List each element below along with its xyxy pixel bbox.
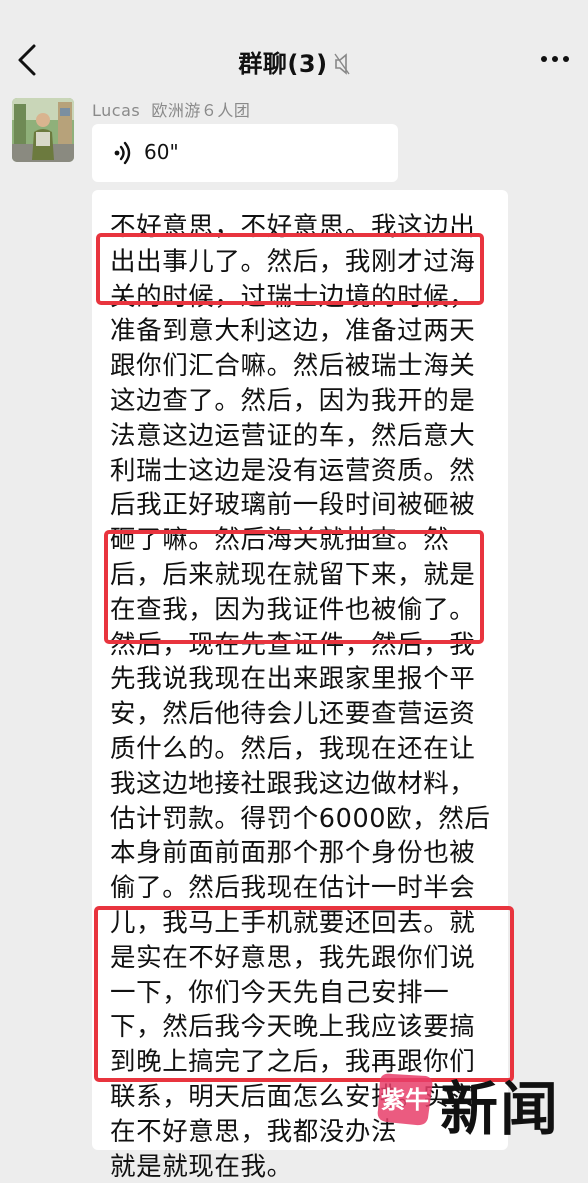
highlight-box-3 [94, 906, 514, 1082]
transcript-line: 我这边地接社跟我这边做材料， [110, 768, 476, 799]
muted-speaker-icon [333, 53, 350, 75]
highlight-box-1 [96, 233, 484, 305]
transcript-line: 后我正好玻璃前一段时间被砸被 [110, 490, 476, 521]
transcript-line: 偷了。然后我现在估计一时半会 [110, 873, 476, 904]
voice-wave-icon [114, 141, 131, 165]
transcript-line: 这边查了。然后，因为我开的是 [110, 386, 476, 416]
transcript-line: 先我说我现在出来跟家里报个平 [110, 664, 476, 695]
chat-title-text: 群聊(3) [238, 50, 328, 78]
transcript-line: 估计罚款。得罚个6000欧，然后 [110, 803, 491, 834]
sender-info: Lucas 欧洲游６人团 [92, 97, 250, 121]
watermark: 紫牛 新闻 [374, 1060, 574, 1143]
sender-name: Lucas [92, 101, 141, 120]
transcript-line: 就是就现在我。 [110, 1151, 293, 1182]
transcript-line: 法意这边运营证的车，然后意大 [110, 420, 476, 451]
transcript-line: 质什么的。然后，我现在还在让 [110, 734, 476, 764]
zi-niu-logo-icon: 紫牛 [377, 1073, 433, 1126]
avatar[interactable] [12, 98, 74, 162]
watermark-text: 新闻 [440, 1075, 561, 1143]
watermark-badge-text: 紫牛 [381, 1086, 429, 1114]
transcript-line: 准备到意大利这边，准备过两天 [110, 316, 476, 347]
more-dots-icon[interactable] [540, 54, 570, 64]
avatar-photo-icon [12, 98, 74, 162]
transcript-line: 本身前面前面那个那个身份也被 [110, 838, 476, 869]
transcript-line: 安，然后他待会儿还要查营运资 [110, 699, 476, 730]
top-navbar: 群聊(3) [0, 0, 588, 92]
sender-group-nickname: 欧洲游６人团 [151, 101, 251, 120]
voice-duration: 60" [144, 140, 179, 164]
highlight-box-2 [104, 530, 484, 644]
transcript-line: 利瑞士这边是没有运营资质。然 [110, 455, 476, 486]
transcript-line: 跟你们汇合嘛。然后被瑞士海关 [110, 351, 476, 382]
transcript-line: 在不好意思，我都没办法 [110, 1116, 398, 1147]
voice-message-bubble[interactable]: 60" [92, 124, 398, 182]
chat-title: 群聊(3) [0, 44, 588, 79]
